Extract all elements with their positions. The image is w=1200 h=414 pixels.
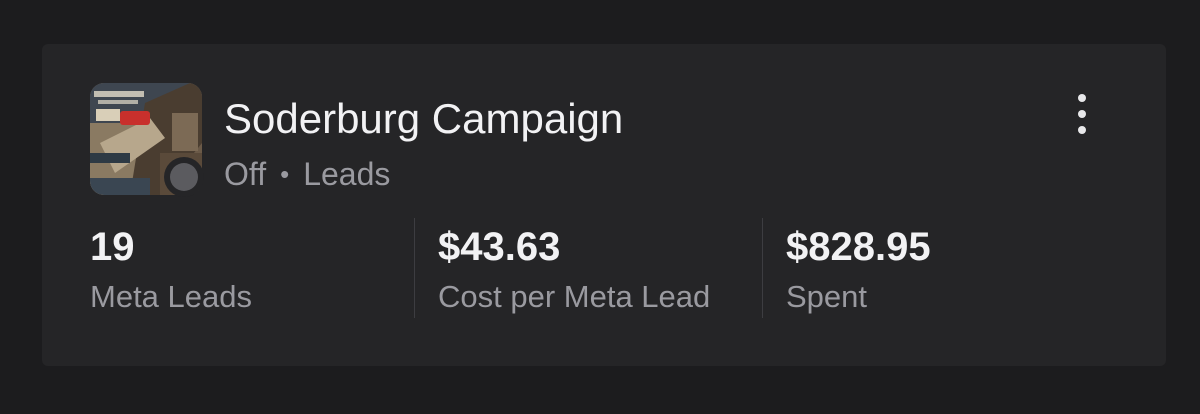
metric-label: Spent bbox=[786, 279, 868, 314]
metric-label: Cost per Meta Lead bbox=[438, 279, 711, 314]
metric-value: $43.63 bbox=[438, 225, 561, 269]
metric-value: 19 bbox=[90, 225, 135, 269]
campaign-subtitle: Off • Leads bbox=[224, 154, 390, 194]
campaign-status: Off bbox=[224, 156, 267, 192]
metric-label: Meta Leads bbox=[90, 279, 252, 314]
status-off-dot bbox=[170, 163, 198, 191]
campaign-card[interactable]: Soderburg Campaign Off • Leads 19 Meta Lea… bbox=[42, 44, 1166, 366]
metric-value: $828.95 bbox=[786, 225, 931, 269]
campaign-objective: Leads bbox=[303, 156, 391, 192]
metric-divider bbox=[762, 218, 763, 318]
metric-divider bbox=[414, 218, 415, 318]
campaign-title[interactable]: Soderburg Campaign bbox=[224, 94, 623, 144]
subtitle-separator: • bbox=[280, 159, 290, 189]
campaign-thumbnail-wrap[interactable] bbox=[90, 83, 204, 197]
more-options-button[interactable] bbox=[1062, 92, 1102, 136]
